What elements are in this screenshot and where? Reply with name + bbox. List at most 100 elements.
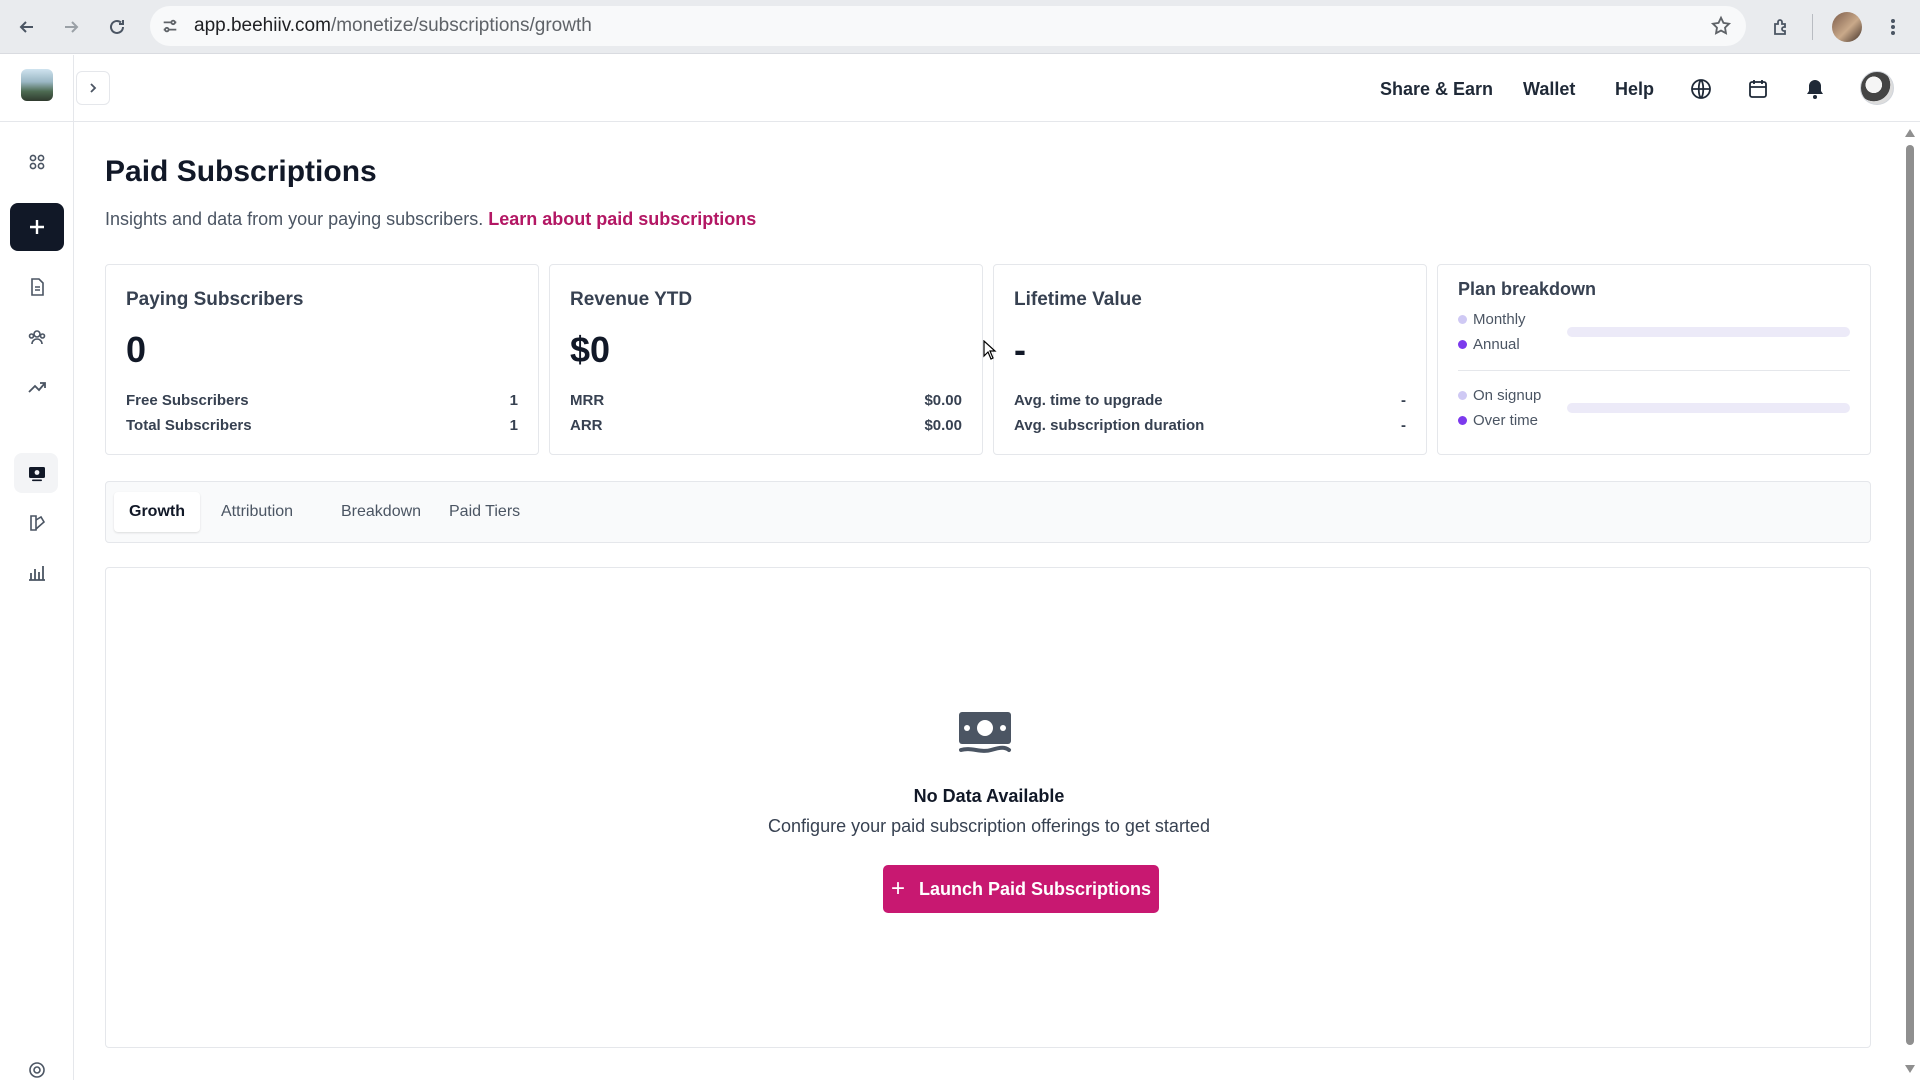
plus-icon [30,220,44,234]
tab-growth[interactable]: Growth [114,492,200,532]
legend-label: Monthly [1473,311,1526,328]
stat-label: ARR [570,417,603,434]
empty-state-panel: No Data Available Configure your paid su… [105,567,1871,1048]
legend-dot [1458,340,1467,349]
stat-row: Avg. subscription duration - [1014,417,1406,434]
plan-type-bar [1567,327,1850,337]
design-icon[interactable] [22,508,52,538]
scroll-thumb[interactable] [1906,145,1914,1045]
url-path: /monetize/subscriptions/growth [330,15,592,36]
scroll-down-arrow-icon[interactable] [1905,1065,1915,1073]
tab-bar: Growth Attribution Breakdown Paid Tiers [105,481,1871,543]
back-arrow-icon[interactable] [12,12,42,42]
legend-label: Over time [1473,412,1539,429]
page-scrollbar[interactable] [1900,123,1920,1080]
mouse-cursor-icon [983,340,997,360]
launch-paid-subscriptions-button[interactable]: + Launch Paid Subscriptions [883,865,1159,913]
document-icon[interactable] [22,272,52,302]
stat-value: 1 [509,392,518,409]
chevron-right-icon [90,83,97,93]
stat-value: $0.00 [924,392,962,409]
browser-profile-avatar[interactable] [1832,12,1862,42]
url-text: app.beehiiv.com/monetize/subscriptions/g… [194,15,592,37]
stat-row: Total Subscribers 1 [126,417,518,434]
bell-icon[interactable] [1802,76,1828,102]
stat-row: Free Subscribers 1 [126,392,518,409]
main-content: Paid Subscriptions Insights and data fro… [74,123,1900,1080]
card-label: Paying Subscribers [126,289,304,310]
stat-value: - [1401,392,1406,409]
expand-sidebar-button[interactable] [76,71,110,105]
empty-state-description: Configure your paid subscription offerin… [768,816,1210,836]
learn-about-paid-subscriptions-link[interactable]: Learn about paid subscriptions [488,209,756,229]
tab-attribution[interactable]: Attribution [206,492,308,532]
tab-breakdown[interactable]: Breakdown [326,492,436,532]
card-value: $0 [570,329,611,370]
browser-toolbar: app.beehiiv.com/monetize/subscriptions/g… [0,0,1920,54]
analytics-icon[interactable] [22,558,52,588]
settings-icon[interactable] [22,1055,52,1080]
audience-icon[interactable] [22,322,52,352]
url-host: app.beehiiv.com [194,15,331,36]
stat-label: Avg. subscription duration [1014,417,1205,434]
create-new-button[interactable] [10,203,64,251]
bookmark-star-icon[interactable] [1710,15,1732,37]
globe-icon[interactable] [1688,76,1714,102]
lifetime-value-card: Lifetime Value - Avg. time to upgrade - … [993,264,1427,455]
stat-value: - [1401,417,1406,434]
empty-state-title: No Data Available [913,786,1065,806]
extensions-icon[interactable] [1766,12,1796,42]
upgrade-timing-bar [1567,403,1850,413]
legend-item: Monthly [1458,311,1526,328]
stat-value: 1 [509,417,518,434]
legend-dot [1458,391,1467,400]
legend-item: Over time [1458,412,1538,429]
stat-row: Avg. time to upgrade - [1014,392,1406,409]
revenue-ytd-card: Revenue YTD $0 MRR $0.00 ARR $0.00 [549,264,983,455]
address-bar[interactable]: app.beehiiv.com/monetize/subscriptions/g… [150,6,1746,46]
plan-breakdown-card: Plan breakdown Monthly Annual On signup … [1437,264,1871,455]
stat-label: Avg. time to upgrade [1014,392,1163,409]
top-navigation-bar: Share & Earn Wallet Help [74,55,1920,122]
toolbar-separator [1812,14,1813,40]
forward-arrow-icon[interactable] [56,12,86,42]
money-icon [959,712,1011,753]
stat-value: $0.00 [924,417,962,434]
plus-icon: + [890,875,905,902]
card-value: - [1014,329,1026,370]
stat-label: Free Subscribers [126,392,249,409]
scroll-up-arrow-icon[interactable] [1905,129,1915,137]
stat-row: ARR $0.00 [570,417,962,434]
share-earn-link[interactable]: Share & Earn [1380,79,1493,100]
growth-icon[interactable] [22,372,52,402]
legend-item: Annual [1458,336,1520,353]
calendar-icon[interactable] [1745,76,1771,102]
more-menu-icon[interactable] [1878,12,1908,42]
left-sidebar [0,55,74,1080]
user-avatar[interactable] [1860,71,1894,105]
card-label: Lifetime Value [1014,289,1142,310]
card-label: Plan breakdown [1458,279,1597,299]
wallet-link[interactable]: Wallet [1523,79,1575,100]
publication-logo[interactable] [21,69,53,101]
page-title: Paid Subscriptions [105,155,377,188]
site-settings-icon[interactable] [150,6,190,46]
monetize-icon[interactable] [22,458,52,488]
card-value: 0 [126,329,147,370]
legend-dot [1458,416,1467,425]
legend-item: On signup [1458,387,1541,404]
subtitle-text: Insights and data from your paying subsc… [105,209,484,229]
reload-icon[interactable] [102,12,132,42]
paying-subscribers-card: Paying Subscribers 0 Free Subscribers 1 … [105,264,539,455]
legend-dot [1458,315,1467,324]
card-label: Revenue YTD [570,289,693,310]
page-subtitle: Insights and data from your paying subsc… [105,209,756,230]
launch-button-label: Launch Paid Subscriptions [918,878,1152,899]
sidebar-divider [0,121,74,122]
dashboard-icon[interactable] [22,147,52,177]
tab-paid-tiers[interactable]: Paid Tiers [434,492,535,532]
legend-label: Annual [1473,336,1520,353]
plan-divider [1458,370,1850,371]
help-link[interactable]: Help [1615,79,1654,100]
stat-row: MRR $0.00 [570,392,962,409]
